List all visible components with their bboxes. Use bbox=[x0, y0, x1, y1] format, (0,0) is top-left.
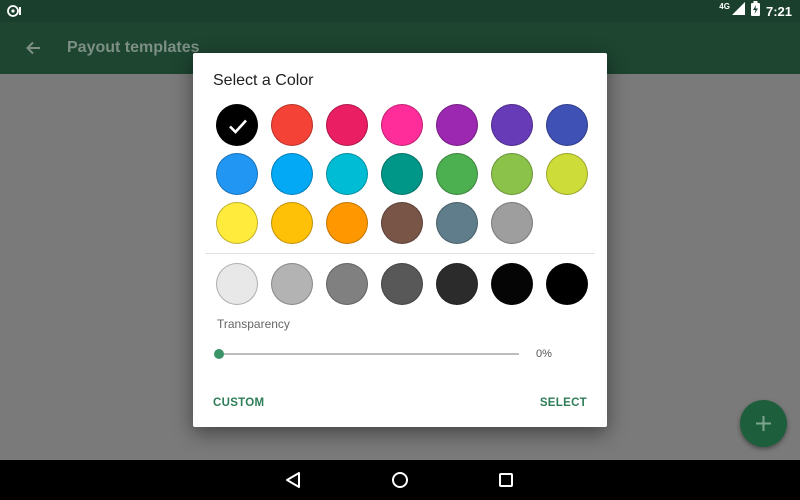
color-swatch[interactable] bbox=[381, 104, 423, 146]
transparency-label: Transparency bbox=[217, 317, 290, 331]
color-swatch[interactable] bbox=[326, 153, 368, 195]
add-fab-button[interactable] bbox=[740, 400, 787, 447]
color-swatch[interactable] bbox=[491, 104, 533, 146]
transparency-slider-track[interactable] bbox=[219, 353, 519, 355]
palette-grid bbox=[216, 104, 590, 246]
network-label: 4G bbox=[719, 2, 730, 11]
color-swatch[interactable] bbox=[491, 202, 533, 244]
battery-charging-icon bbox=[750, 1, 760, 21]
navigation-bar bbox=[0, 460, 800, 500]
nav-back-button[interactable] bbox=[281, 468, 305, 492]
color-swatch[interactable] bbox=[326, 263, 368, 305]
color-swatch[interactable] bbox=[271, 153, 313, 195]
status-icons: 4G 7:21 bbox=[719, 1, 792, 21]
page-title: Payout templates bbox=[67, 39, 200, 56]
recents-square-icon bbox=[499, 473, 513, 487]
notification-icon bbox=[6, 3, 24, 19]
color-swatch[interactable] bbox=[216, 202, 258, 244]
color-swatch[interactable] bbox=[546, 104, 588, 146]
add-icon bbox=[756, 416, 771, 431]
custom-button[interactable]: CUSTOM bbox=[213, 397, 264, 409]
nav-home-button[interactable] bbox=[388, 468, 412, 492]
color-swatch[interactable] bbox=[271, 202, 313, 244]
shade-grid bbox=[216, 263, 590, 307]
color-swatch[interactable] bbox=[436, 104, 478, 146]
clock: 7:21 bbox=[765, 3, 792, 19]
color-swatch[interactable] bbox=[381, 263, 423, 305]
color-picker-dialog: Select a Color Transparency 0% CUSTOM SE… bbox=[193, 53, 607, 427]
color-swatch[interactable] bbox=[216, 153, 258, 195]
color-swatch[interactable] bbox=[546, 153, 588, 195]
divider bbox=[205, 253, 595, 254]
transparency-slider-thumb[interactable] bbox=[214, 349, 224, 359]
back-triangle-icon bbox=[286, 472, 300, 488]
color-swatch-selected[interactable] bbox=[216, 104, 258, 146]
back-button[interactable] bbox=[20, 34, 48, 62]
color-swatch[interactable] bbox=[381, 202, 423, 244]
transparency-value: 0% bbox=[536, 348, 552, 360]
color-swatch[interactable] bbox=[491, 153, 533, 195]
status-bar: 4G 7:21 bbox=[0, 0, 800, 22]
select-button[interactable]: SELECT bbox=[540, 397, 587, 409]
color-swatch[interactable] bbox=[546, 263, 588, 305]
dialog-title: Select a Color bbox=[213, 72, 314, 89]
nav-recents-button[interactable] bbox=[494, 468, 518, 492]
color-swatch[interactable] bbox=[436, 153, 478, 195]
checkmark-icon bbox=[229, 119, 247, 134]
color-swatch[interactable] bbox=[271, 263, 313, 305]
signal-icon bbox=[731, 2, 745, 20]
color-swatch[interactable] bbox=[326, 104, 368, 146]
color-swatch[interactable] bbox=[381, 153, 423, 195]
color-swatch[interactable] bbox=[271, 104, 313, 146]
color-swatch[interactable] bbox=[216, 263, 258, 305]
color-swatch[interactable] bbox=[491, 263, 533, 305]
color-swatch[interactable] bbox=[326, 202, 368, 244]
home-circle-icon bbox=[392, 472, 408, 488]
arrow-back-icon bbox=[26, 41, 40, 55]
color-swatch[interactable] bbox=[436, 263, 478, 305]
color-swatch[interactable] bbox=[436, 202, 478, 244]
